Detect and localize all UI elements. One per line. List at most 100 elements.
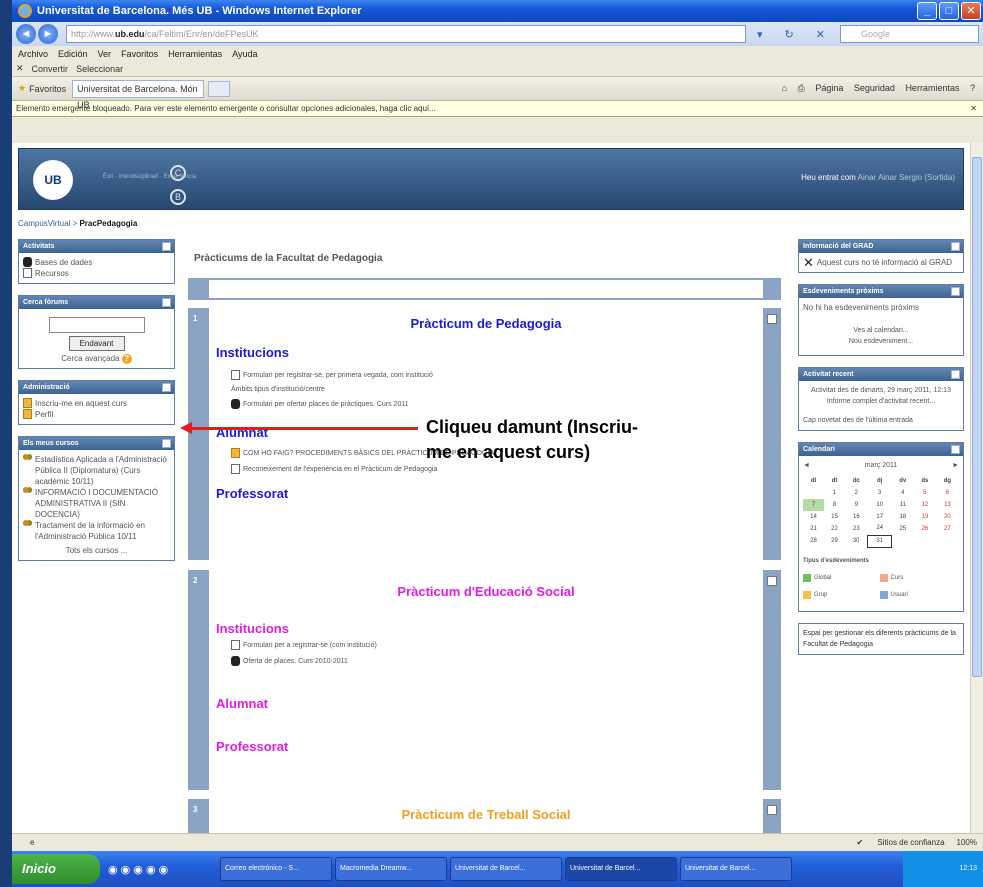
close-button[interactable]: ✕ [961,2,981,20]
legend-global[interactable]: Global [803,573,878,584]
calendar-day[interactable]: 22 [824,523,845,535]
calendar-day[interactable]: 21 [803,523,824,535]
close-toolbar-icon[interactable]: ✕ [16,63,24,74]
new-event-link[interactable]: Nou esdeveniment... [803,336,959,347]
legend-user[interactable]: Usuari [879,590,955,601]
calendar-day[interactable]: 16 [845,511,868,523]
task-dreamweaver[interactable]: Macromedia Dreamw... [335,857,447,881]
section-toggle[interactable] [767,576,777,586]
go-calendar-link[interactable]: Ves al calendari... [803,325,959,336]
menu-favoritos[interactable]: Favoritos [121,49,158,59]
calendar-day[interactable]: 9 [845,499,868,511]
collapse-icon[interactable] [951,242,960,251]
minimize-button[interactable]: _ [917,2,937,20]
menu-herramientas[interactable]: Herramientas [168,49,222,59]
calendar-day[interactable]: 30 [845,535,868,547]
popup-blocked-bar[interactable]: Elemento emergente bloqueado. Para ver e… [12,101,983,117]
resource-link[interactable]: Reconeixement de l'experiència en el Prà… [231,464,763,474]
convert-button[interactable]: Convertir [32,64,69,74]
course-link[interactable]: INFORMACIÓ I DOCUMENTACIÓ ADMINISTRATIVA… [23,487,170,520]
task-mail[interactable]: Correo electrónico - S... [220,857,332,881]
scroll-thumb[interactable] [972,157,982,677]
resource-link[interactable]: Oferta de places. Curs 2010-2011 [231,656,763,666]
calendar-day[interactable]: 3 [868,487,892,499]
profile-link[interactable]: Perfil [23,409,170,420]
zoom-level[interactable]: 100% [957,838,977,847]
calendar-day[interactable]: 12 [914,499,936,511]
new-tab-button[interactable] [208,80,231,97]
login-user-link[interactable]: Ainar Ainar Sergio (Sortida) [858,173,955,182]
back-icon[interactable]: ◄ [16,24,36,44]
page-menu[interactable]: Página [815,83,843,93]
resource-link[interactable]: Formulari per a registrar-se (com instit… [231,640,763,650]
advanced-search-link[interactable]: Cerca avançada ? [23,353,170,364]
calendar-day[interactable]: 8 [824,499,845,511]
start-button[interactable]: Inicio [12,854,100,884]
next-month-icon[interactable]: ► [952,460,959,471]
calendar-day[interactable]: 4 [892,487,914,499]
calendar-day[interactable]: 5 [914,487,936,499]
calendar-month[interactable]: març 2011 [865,460,898,471]
calendar-day[interactable]: 7 [803,499,825,511]
calendar-day[interactable]: 26 [914,523,936,535]
resource-link[interactable]: Formulari per ofertar places de pràctiqu… [231,399,763,409]
calendar-day[interactable]: 24 [868,523,892,535]
activity-resources[interactable]: Recursos [23,268,170,279]
legend-group[interactable]: Grup [803,590,878,601]
collapse-icon[interactable] [951,370,960,379]
task-ie-3[interactable]: Universitat de Barcel... [680,857,792,881]
prev-month-icon[interactable]: ◄ [803,460,810,471]
section-toggle[interactable] [767,314,777,324]
collapse-icon[interactable] [162,439,171,448]
calendar-day[interactable]: 11 [892,499,914,511]
calendar-day[interactable]: 25 [892,523,914,535]
legend-course[interactable]: Curs [879,573,955,584]
security-menu[interactable]: Seguridad [854,83,895,93]
help-icon[interactable]: ? [970,83,975,93]
menu-archivo[interactable]: Archivo [18,49,48,59]
calendar-day[interactable]: 14 [803,511,824,523]
menu-edicion[interactable]: Edición [58,49,88,59]
trusted-zone[interactable]: ✔ Sitios de confianza [856,838,944,847]
activity-databases[interactable]: Bases de dades [23,257,170,268]
calendar-day[interactable]: 27 [936,523,959,535]
calendar-day[interactable]: 29 [824,535,845,547]
calendar-day[interactable]: 28 [803,535,824,547]
select-button[interactable]: Seleccionar [76,64,123,74]
all-courses-link[interactable]: Tots els cursos ... [23,545,170,556]
vertical-scrollbar[interactable] [970,143,983,833]
tab-ub[interactable]: Universitat de Barcelona. Món UB [72,79,205,110]
resource-link[interactable]: Àmbits tipus d'institució/centre [231,386,763,393]
search-input[interactable]: Google [840,25,979,43]
forum-search-input[interactable] [48,317,145,333]
tools-menu[interactable]: Herramientas [905,83,959,93]
collapse-icon[interactable] [951,445,960,454]
collapse-icon[interactable] [162,383,171,392]
search-go-button[interactable]: Endavant [68,336,125,351]
print-icon[interactable]: ⎙ [798,83,805,93]
section-toggle[interactable] [767,805,777,815]
collapse-icon[interactable] [162,298,171,307]
favorites-button[interactable]: Favoritos [29,84,66,94]
course-link[interactable]: Estadística Aplicada a l'Administració P… [23,454,170,487]
calendar-day[interactable]: 13 [936,499,959,511]
dropdown-icon[interactable]: ▾ [757,28,763,41]
calendar-day[interactable]: 20 [936,511,959,523]
calendar-day[interactable]: 31 [867,534,893,548]
calendar-day[interactable]: 18 [892,511,914,523]
resource-link[interactable]: Formulari per registrar-se, per primera … [231,370,763,380]
maximize-button[interactable]: □ [939,2,959,20]
home-icon[interactable]: ⌂ [782,83,787,93]
breadcrumb-root[interactable]: CampusVirtual [18,219,70,228]
task-ie-2[interactable]: Universitat de Barcel... [565,857,677,881]
calendar-day[interactable]: 6 [936,487,959,499]
enrol-me-link[interactable]: Inscriu-me en aquest curs [23,398,170,409]
calendar-day[interactable]: 19 [914,511,936,523]
forward-icon[interactable]: ► [38,24,58,44]
infobar-close-icon[interactable]: ✕ [970,101,977,116]
collapse-icon[interactable] [951,287,960,296]
full-report-link[interactable]: Informe complet d'activitat recent... [803,396,959,407]
course-link[interactable]: Tractament de la informació en l'Adminis… [23,520,170,542]
collapse-icon[interactable] [162,242,171,251]
ub-logo[interactable]: UB [33,160,73,200]
